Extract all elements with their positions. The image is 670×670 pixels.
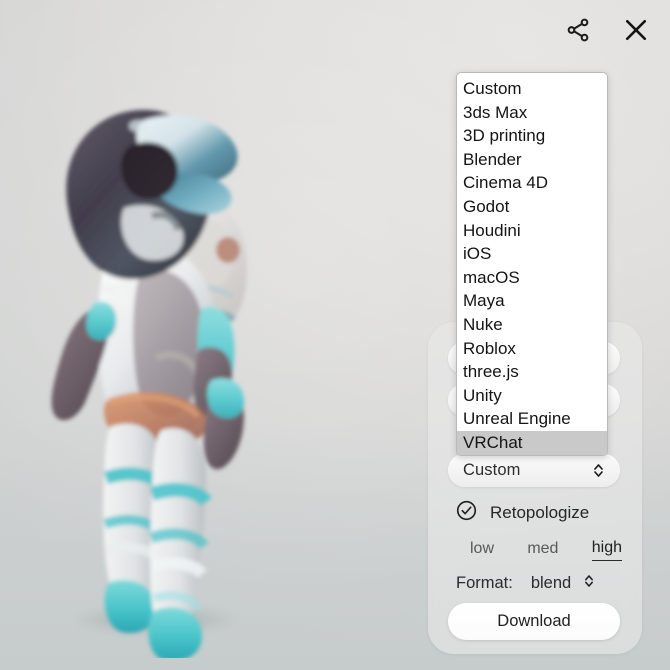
dropdown-option[interactable]: VRChat [457, 430, 607, 455]
dropdown-option[interactable]: Unity [457, 384, 607, 408]
dropdown-option[interactable]: Nuke [457, 313, 607, 337]
dropdown-option[interactable]: three.js [457, 360, 607, 384]
dropdown-option[interactable]: iOS [457, 242, 607, 266]
format-row: Format: blend [456, 574, 626, 593]
download-button-label: Download [497, 612, 571, 630]
share-button[interactable] [558, 10, 598, 50]
dropdown-option[interactable]: Cinema 4D [457, 171, 607, 195]
dropdown-option[interactable]: macOS [457, 266, 607, 290]
retopologize-label: Retopologize [490, 503, 590, 522]
dropdown-option[interactable]: Godot [457, 195, 607, 219]
close-icon [621, 15, 651, 45]
export-target-dropdown-list[interactable]: Custom 3ds Max 3D printing Blender Cinema 4D… [456, 72, 608, 456]
retopologize-toggle[interactable]: Retopologize [456, 500, 589, 526]
quality-option-high[interactable]: high [591, 539, 622, 561]
model-viewer[interactable]: Custom Retopologize low med high Format:… [0, 0, 670, 670]
format-label: Format: [456, 574, 513, 592]
dropdown-option[interactable]: Roblox [457, 337, 607, 361]
dropdown-option[interactable]: 3D printing [457, 124, 607, 148]
dropdown-option[interactable]: Custom [457, 77, 607, 101]
close-button[interactable] [616, 10, 656, 50]
chevron-up-down-icon[interactable] [584, 574, 594, 593]
preset-select[interactable]: Custom [448, 454, 620, 487]
dropdown-option[interactable]: Blender [457, 148, 607, 172]
chevron-up-down-icon [584, 463, 612, 478]
quality-selector: low med high [468, 539, 628, 561]
preset-select-value: Custom [463, 461, 521, 479]
dropdown-option[interactable]: Maya [457, 289, 607, 313]
quality-option-med[interactable]: med [527, 540, 558, 561]
viewer-toolbar [558, 10, 656, 50]
format-value[interactable]: blend [531, 574, 571, 593]
quality-option-low[interactable]: low [470, 540, 494, 561]
check-circle-icon [456, 500, 477, 526]
dropdown-option[interactable]: Houdini [457, 219, 607, 243]
share-icon [565, 17, 591, 43]
3d-character-model[interactable] [6, 58, 306, 658]
dropdown-option[interactable]: 3ds Max [457, 101, 607, 125]
dropdown-option[interactable]: Unreal Engine [457, 407, 607, 431]
download-button[interactable]: Download [448, 603, 620, 640]
